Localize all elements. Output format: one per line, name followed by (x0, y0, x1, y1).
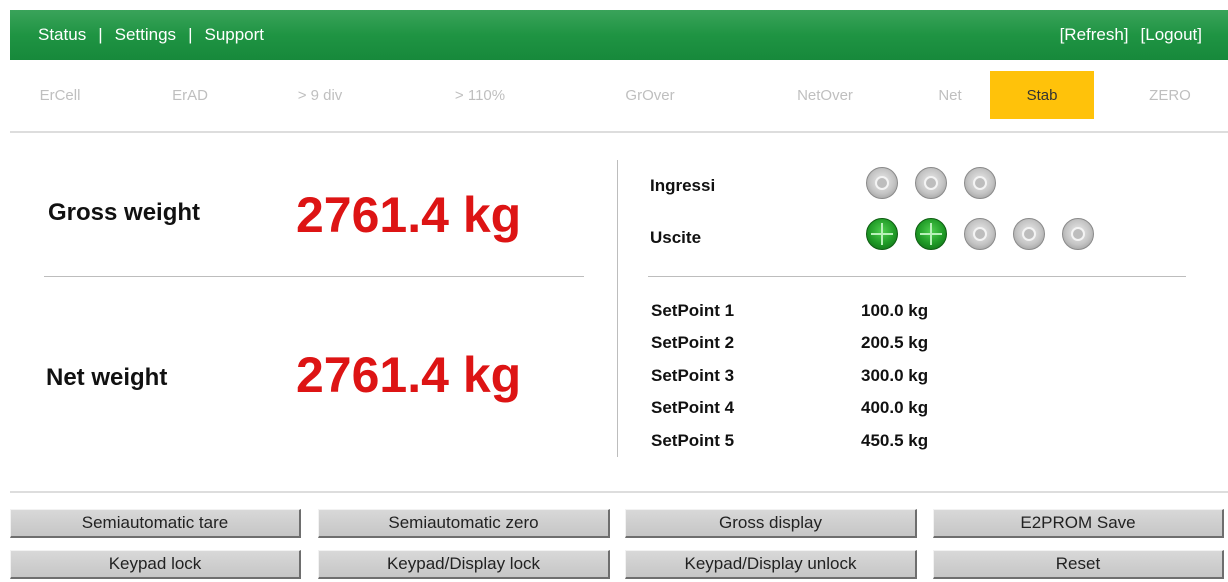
setpoint-name: SetPoint 2 (651, 333, 735, 352)
status-flags-row: ErCell ErAD > 9 div > 110% GrOver NetOve… (10, 71, 1228, 119)
flag-grover: GrOver (625, 86, 675, 104)
nav-support-link[interactable]: Support (204, 25, 264, 45)
output-led-off-icon (964, 218, 996, 250)
keypad-display-lock-button[interactable]: Keypad/Display lock (318, 550, 610, 579)
input-led-off-icon (866, 167, 898, 199)
nav-separator: | (188, 25, 193, 44)
semiautomatic-tare-button[interactable]: Semiautomatic tare (10, 509, 301, 538)
nav-status-link[interactable]: Status (38, 25, 86, 45)
flag-netover: NetOver (797, 86, 853, 104)
output-led-on-icon (866, 218, 898, 250)
flag-zero: ZERO (1149, 86, 1191, 104)
flag-stab: Stab (990, 71, 1094, 119)
section-divider (10, 131, 1228, 133)
net-weight-label: Net weight (46, 364, 168, 391)
setpoint-name: SetPoint 5 (651, 431, 735, 450)
logout-link[interactable]: [Logout] (1141, 25, 1202, 45)
io-divider (648, 276, 1186, 277)
keypad-display-unlock-button[interactable]: Keypad/Display unlock (625, 550, 917, 579)
setpoint-name: SetPoint 1 (651, 301, 735, 320)
setpoint-value: 450.5 kg (861, 431, 929, 450)
output-led-off-icon (1013, 218, 1045, 250)
input-led-off-icon (964, 167, 996, 199)
header-actions: [Refresh] [Logout] (1060, 25, 1202, 45)
setpoint-value: 400.0 kg (861, 398, 929, 417)
output-led-off-icon (1062, 218, 1094, 250)
nav-settings-link[interactable]: Settings (115, 25, 176, 45)
gross-display-button[interactable]: Gross display (625, 509, 917, 538)
flag-net: Net (938, 86, 962, 104)
inputs-label: Ingressi (650, 176, 716, 195)
buttons-divider (10, 491, 1228, 493)
reset-button[interactable]: Reset (933, 550, 1224, 579)
weights-divider (44, 276, 584, 277)
setpoint-value: 200.5 kg (861, 333, 929, 352)
flag-over-9-div: > 9 div (297, 86, 343, 104)
refresh-link[interactable]: [Refresh] (1060, 25, 1129, 45)
flag-erad: ErAD (172, 86, 208, 104)
flag-ercell: ErCell (39, 86, 81, 104)
flag-over-110-percent: > 110% (454, 86, 506, 104)
e2prom-save-button[interactable]: E2PROM Save (933, 509, 1224, 538)
keypad-lock-button[interactable]: Keypad lock (10, 550, 301, 579)
net-weight-value: 2761.4 kg (296, 347, 522, 403)
setpoint-value: 300.0 kg (861, 366, 929, 385)
setpoint-name: SetPoint 3 (651, 366, 735, 385)
semiautomatic-zero-button[interactable]: Semiautomatic zero (318, 509, 610, 538)
setpoint-value: 100.0 kg (861, 301, 929, 320)
output-led-on-icon (915, 218, 947, 250)
setpoint-name: SetPoint 4 (651, 398, 735, 417)
outputs-label: Uscite (650, 228, 702, 247)
panel-vertical-divider (617, 160, 618, 457)
top-nav-bar: Status | Settings | Support [Refresh] [L… (10, 10, 1228, 60)
gross-weight-value: 2761.4 kg (296, 187, 522, 243)
main-nav: Status | Settings | Support (38, 25, 264, 45)
gross-weight-label: Gross weight (48, 199, 201, 226)
nav-separator: | (98, 25, 103, 44)
input-led-off-icon (915, 167, 947, 199)
